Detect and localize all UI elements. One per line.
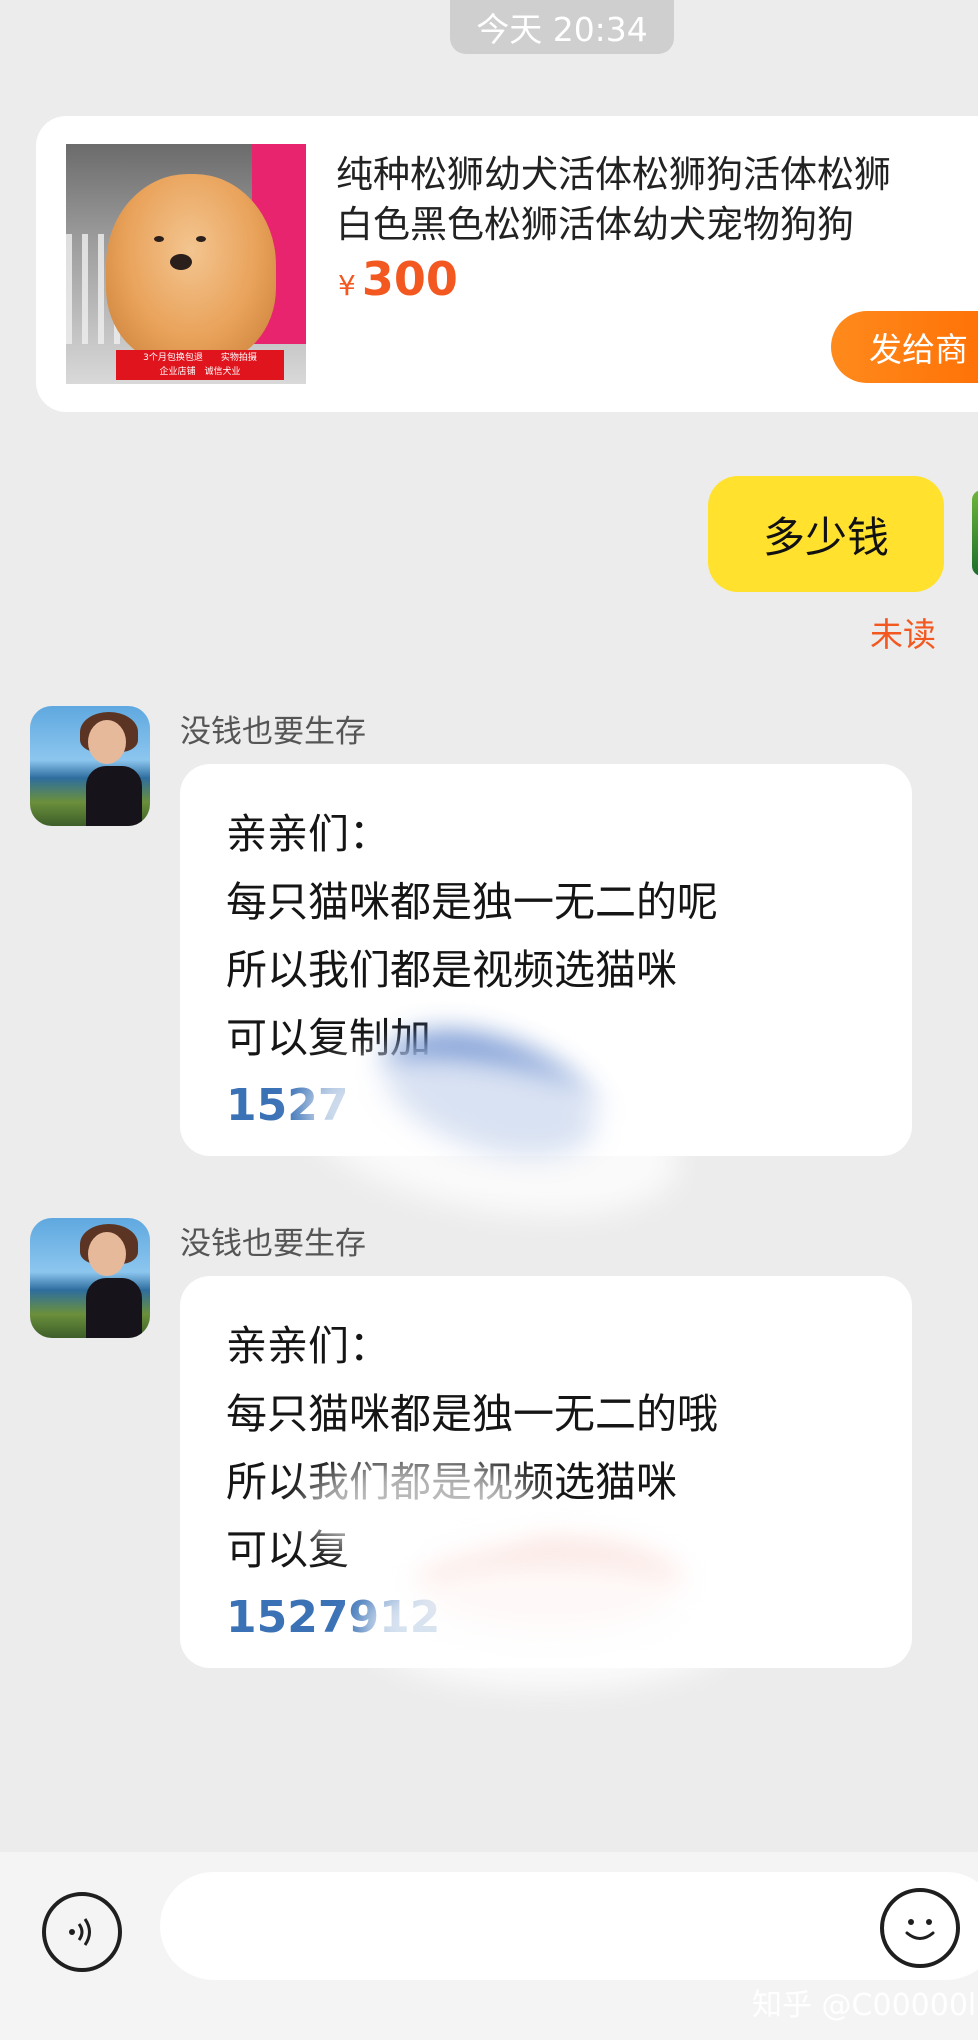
photo-banner: 3个月包换包退 实物拍摄 企业店铺 诚信犬业 [116,350,284,380]
send-to-merchant-label: 发给商 [869,330,968,369]
product-price: ¥300 [338,252,458,306]
voice-toggle-button[interactable] [42,1892,122,1972]
product-card[interactable]: 3个月包换包退 实物拍摄 企业店铺 诚信犬业 纯种松狮幼犬活体松狮狗活体松狮 白… [36,116,978,412]
sender-avatar[interactable] [30,1218,150,1338]
my-avatar[interactable] [972,490,978,576]
dog-figure [106,174,276,364]
message-line: 所以我们都是视频选猫咪 [226,946,677,994]
message-line: 每只猫咪都是独一无二的呢 [226,878,718,926]
redaction-smudge [360,1560,740,1690]
message-line: 亲亲们： [226,1322,390,1370]
unread-status: 未读 [870,615,936,654]
dog-eye-right [196,236,206,242]
sender-name: 没钱也要生存 [180,1226,366,1262]
product-title-line1: 纯种松狮幼犬活体松狮狗活体松狮 [336,153,891,196]
send-to-merchant-button[interactable]: 发给商 [831,311,978,383]
redaction-smudge [300,1460,540,1560]
message-line: 每只猫咪都是独一无二的哦 [226,1390,718,1438]
sender-avatar[interactable] [30,706,150,826]
price-value: 300 [361,252,458,306]
avatar-torso [86,1278,142,1338]
my-message-bubble[interactable]: 多少钱 [708,476,944,592]
product-photo[interactable]: 3个月包换包退 实物拍摄 企业店铺 诚信犬业 [66,144,306,384]
dog-eye-left [154,236,164,242]
dog-nose [170,254,192,270]
my-message-text: 多少钱 [762,512,889,562]
message-input[interactable] [160,1872,978,1980]
emoji-button[interactable] [880,1888,960,1968]
photo-banner-line2: 企业店铺 诚信犬业 [159,367,241,377]
currency-symbol: ¥ [338,269,356,302]
sender-name: 没钱也要生存 [180,714,366,750]
product-title-line2: 白色黑色松狮活体幼犬宠物狗狗 [336,203,854,246]
avatar-head [88,1232,126,1276]
voice-icon [69,1918,91,1946]
timestamp-text: 今天 20:34 [476,10,648,49]
timestamp-pill: 今天 20:34 [450,0,674,54]
message-line: 可以复制加 [226,1014,431,1062]
smiley-icon [905,1919,935,1940]
watermark: 知乎 @C00000l [752,1988,977,2023]
photo-banner-line1: 3个月包换包退 实物拍摄 [143,353,257,363]
message-line: 亲亲们： [226,810,390,858]
avatar-torso [86,766,142,826]
avatar-head [88,720,126,764]
product-title[interactable]: 纯种松狮幼犬活体松狮狗活体松狮 白色黑色松狮活体幼犬宠物狗狗 [336,150,978,250]
